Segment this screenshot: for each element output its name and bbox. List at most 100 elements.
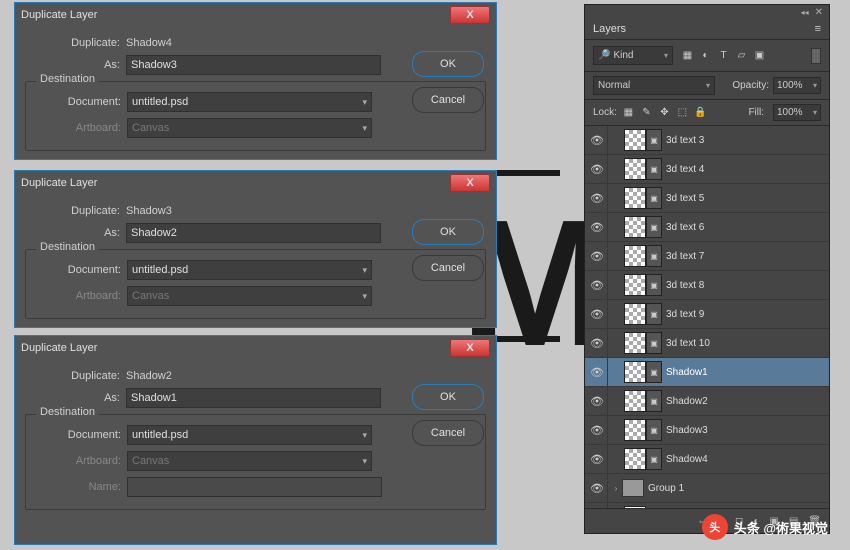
layer-name[interactable]: Shadow3 (666, 425, 708, 436)
layer-name[interactable]: 3d text 10 (666, 338, 710, 349)
title-bar[interactable]: Duplicate Layer X (15, 336, 496, 360)
title-bar[interactable]: Duplicate Layer X (15, 3, 496, 27)
ok-button[interactable]: OK (412, 51, 484, 77)
layer-name[interactable]: 3d text 8 (666, 280, 704, 291)
layer-row[interactable]: 👁▣3d text 7 (585, 242, 829, 271)
as-input[interactable] (126, 55, 381, 75)
close-button[interactable]: X (450, 174, 490, 192)
chevron-down-icon: ▾ (813, 108, 817, 117)
ok-button[interactable]: OK (412, 384, 484, 410)
artboard-label: Artboard: (26, 290, 127, 302)
filter-toggle[interactable] (811, 48, 821, 64)
close-icon[interactable]: ✕ (815, 7, 823, 18)
filter-kind-combo[interactable]: 🔎Kind▾ (593, 46, 673, 65)
layer-thumbnail[interactable] (624, 390, 646, 412)
layer-row[interactable]: 👁 ▣ 3d text 3 (585, 126, 829, 155)
duplicate-layer-dialog-1: Duplicate Layer X Duplicate:Shadow4 As: … (14, 2, 497, 160)
layer-name[interactable]: 3d text 6 (666, 222, 704, 233)
opacity-input[interactable]: 100%▾ (773, 77, 821, 94)
layer-thumbnail[interactable] (624, 129, 646, 151)
layer-name[interactable]: 3d text 4 (666, 164, 704, 175)
cancel-button[interactable]: Cancel (412, 255, 484, 281)
fill-input[interactable]: 100%▾ (773, 104, 821, 121)
layer-thumbnail[interactable] (624, 506, 646, 508)
layer-thumbnail[interactable] (624, 361, 646, 383)
visibility-icon[interactable]: 👁 (589, 395, 605, 408)
layers-tab[interactable]: Layers (593, 23, 626, 35)
filter-smart-icon[interactable]: ▣ (753, 49, 766, 62)
layer-row[interactable]: 👁▣3d text 8 (585, 271, 829, 300)
layer-row[interactable]: 👁▣3d text 5 (585, 184, 829, 213)
layer-row[interactable]: 👁▣3d text 6 (585, 213, 829, 242)
layer-row[interactable]: 👁▣Shadow3 (585, 416, 829, 445)
layer-thumbnail[interactable] (624, 419, 646, 441)
expand-icon[interactable]: › (610, 484, 622, 493)
visibility-icon[interactable]: 👁 (589, 453, 605, 466)
layer-row[interactable]: 👁▣Shadow2 (585, 387, 829, 416)
close-button[interactable]: X (450, 6, 490, 24)
as-input[interactable] (126, 223, 381, 243)
layer-thumbnail[interactable] (624, 448, 646, 470)
chevron-down-icon: ▾ (362, 265, 367, 276)
visibility-icon[interactable]: 👁 (589, 482, 605, 495)
layer-name[interactable]: Shadow2 (666, 396, 708, 407)
chevron-down-icon: ▾ (362, 123, 367, 134)
document-combo[interactable]: untitled.psd▾ (127, 92, 372, 112)
cancel-button[interactable]: Cancel (412, 420, 484, 446)
filter-adjust-icon[interactable]: ◐ (699, 49, 712, 62)
visibility-icon[interactable]: 👁 (589, 221, 605, 234)
lock-position-icon[interactable]: ✥ (658, 106, 671, 119)
layer-row[interactable]: 👁▣3d text 4 (585, 155, 829, 184)
chevron-down-icon: ▾ (362, 97, 367, 108)
layer-name[interactable]: 3d text 3 (666, 135, 704, 146)
layer-name[interactable]: 3d text 7 (666, 251, 704, 262)
panel-collapse-bar[interactable]: ◂◂✕ (585, 5, 829, 19)
layer-row[interactable]: 👁▣Shadow4 (585, 445, 829, 474)
as-input[interactable] (126, 388, 381, 408)
visibility-icon[interactable]: 👁 (589, 134, 605, 147)
lock-all-icon[interactable]: 🔒 (694, 106, 707, 119)
layer-thumbnail[interactable] (624, 245, 646, 267)
visibility-icon[interactable]: 👁 (589, 308, 605, 321)
close-button[interactable]: X (450, 339, 490, 357)
layer-thumbnail[interactable] (624, 274, 646, 296)
cancel-button[interactable]: Cancel (412, 87, 484, 113)
smart-object-icon: ▣ (646, 303, 662, 325)
visibility-icon[interactable]: 👁 (589, 424, 605, 437)
lock-transparency-icon[interactable]: ▦ (622, 106, 635, 119)
layer-thumbnail[interactable] (624, 158, 646, 180)
document-combo[interactable]: untitled.psd▾ (127, 260, 372, 280)
layer-name[interactable]: Group 1 (648, 483, 684, 494)
layer-name[interactable]: 3d text 5 (666, 193, 704, 204)
layer-row[interactable]: 👁 ▣ 3d text 9 (585, 300, 829, 329)
layer-thumbnail[interactable] (624, 303, 646, 325)
visibility-icon[interactable]: 👁 (589, 163, 605, 176)
document-combo[interactable]: untitled.psd▾ (127, 425, 372, 445)
visibility-icon[interactable]: 👁 (589, 337, 605, 350)
layer-name[interactable]: 3d text 9 (666, 309, 704, 320)
layer-name[interactable]: Shadow1 (666, 367, 708, 378)
smart-object-icon: ▣ (646, 129, 662, 151)
filter-shape-icon[interactable]: ▱ (735, 49, 748, 62)
as-label: As: (25, 59, 126, 71)
visibility-icon[interactable]: 👁 (589, 192, 605, 205)
layer-row[interactable]: 👁▣3d text 10 (585, 329, 829, 358)
layer-thumbnail[interactable] (624, 216, 646, 238)
ok-button[interactable]: OK (412, 219, 484, 245)
title-bar[interactable]: Duplicate Layer X (15, 171, 496, 195)
lock-image-icon[interactable]: ✎ (640, 106, 653, 119)
close-icon: X (466, 9, 473, 21)
blend-mode-combo[interactable]: Normal▾ (593, 76, 715, 95)
layer-thumbnail[interactable] (624, 187, 646, 209)
filter-type-icon[interactable]: T (717, 49, 730, 62)
layer-thumbnail[interactable] (624, 332, 646, 354)
layer-name[interactable]: Shadow4 (666, 454, 708, 465)
filter-pixel-icon[interactable]: ▦ (681, 49, 694, 62)
visibility-icon[interactable]: 👁 (589, 250, 605, 263)
layer-row[interactable]: 👁 › Group 1 (585, 474, 829, 503)
visibility-icon[interactable]: 👁 (589, 366, 605, 379)
lock-artboard-icon[interactable]: ⬚ (676, 106, 689, 119)
panel-menu-icon[interactable]: ≡ (815, 23, 821, 35)
visibility-icon[interactable]: 👁 (589, 279, 605, 292)
layer-row[interactable]: 👁▣Shadow1 (585, 358, 829, 387)
